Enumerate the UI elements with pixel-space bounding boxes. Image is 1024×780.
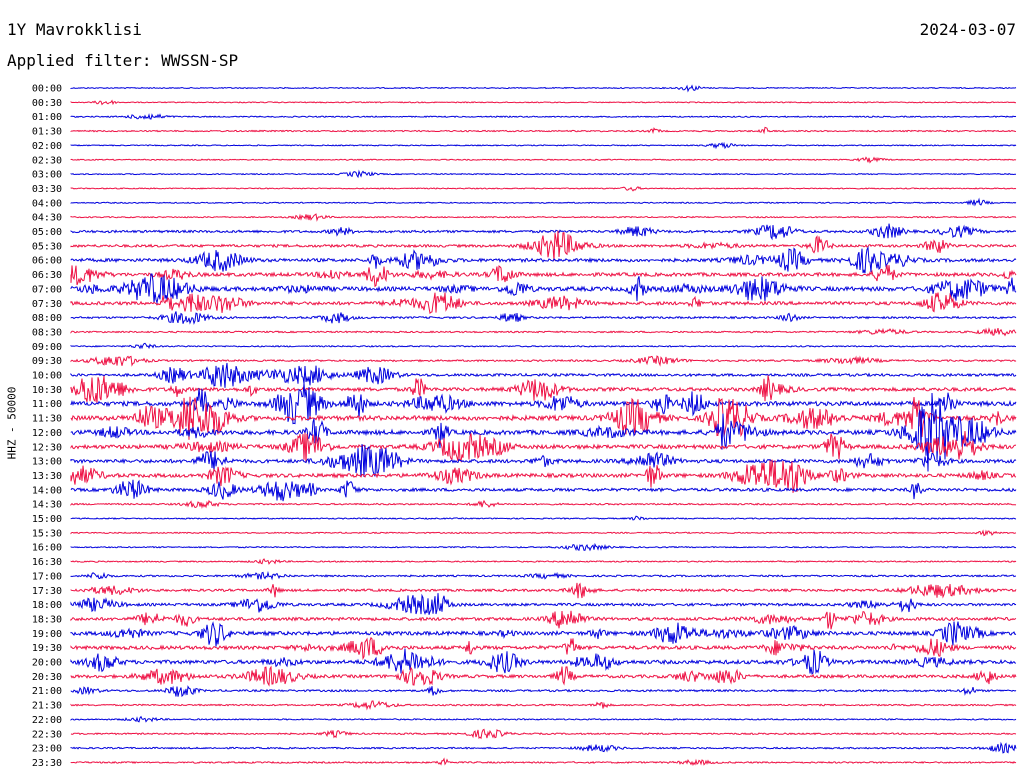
trace-row — [70, 292, 1017, 315]
row-time-label: 18:30 — [32, 614, 62, 625]
trace-row — [70, 479, 1017, 502]
trace-row — [70, 141, 1017, 150]
trace-row — [70, 648, 1017, 675]
row-time-label: 06:30 — [32, 270, 62, 281]
row-time-label: 21:30 — [32, 701, 62, 712]
row-time-label: 09:30 — [32, 356, 62, 367]
time-axis-labels: 00:00 00:30 01:00 01:30 02:00 02:30 03:00 03:30… — [32, 84, 62, 769]
row-time-label: 17:00 — [32, 571, 62, 582]
trace-row — [70, 665, 1017, 687]
row-time-label: 08:00 — [32, 313, 62, 324]
row-time-label: 05:30 — [32, 241, 62, 252]
trace-row — [70, 327, 1017, 337]
row-time-label: 04:00 — [32, 198, 62, 209]
trace-row — [70, 582, 1017, 599]
row-time-label: 14:30 — [32, 500, 62, 511]
trace-row — [70, 570, 1016, 581]
trace-row — [70, 741, 1017, 754]
row-time-label: 13:30 — [32, 471, 62, 482]
row-time-label: 13:00 — [32, 457, 62, 468]
trace-row — [70, 113, 1017, 120]
row-time-label: 07:00 — [32, 284, 62, 295]
row-time-label: 15:00 — [32, 514, 62, 525]
row-time-label: 08:30 — [32, 327, 62, 338]
row-time-label: 23:00 — [32, 744, 62, 755]
trace-row — [70, 156, 1017, 164]
row-time-label: 09:00 — [32, 342, 62, 353]
row-time-label: 01:30 — [32, 127, 62, 138]
trace-row — [70, 213, 1017, 222]
trace-row — [70, 593, 1017, 616]
trace-row — [70, 126, 1017, 135]
row-time-label: 02:30 — [32, 155, 62, 166]
trace-row — [70, 99, 1017, 106]
trace-row — [70, 499, 1017, 509]
row-time-label: 00:00 — [32, 84, 62, 95]
trace-row — [70, 197, 1017, 207]
trace-row — [70, 610, 1017, 630]
row-time-label: 19:30 — [32, 643, 62, 654]
trace-row — [70, 342, 1017, 350]
trace-row — [70, 273, 1017, 305]
row-time-label: 01:00 — [32, 112, 62, 123]
row-time-label: 11:00 — [32, 399, 62, 410]
trace-row — [70, 186, 1017, 192]
row-time-label: 20:30 — [32, 672, 62, 683]
row-time-label: 20:00 — [32, 658, 62, 669]
trace-row — [70, 515, 1017, 521]
seismic-traces — [70, 84, 1017, 767]
row-time-label: 12:30 — [32, 442, 62, 453]
row-time-label: 03:30 — [32, 184, 62, 195]
row-time-label: 10:00 — [32, 371, 62, 382]
row-time-label: 10:30 — [32, 385, 62, 396]
row-time-label: 17:30 — [32, 586, 62, 597]
row-time-label: 21:00 — [32, 686, 62, 697]
row-time-label: 00:30 — [32, 98, 62, 109]
row-time-label: 04:30 — [32, 213, 62, 224]
row-time-label: 16:30 — [32, 557, 62, 568]
row-time-label: 06:00 — [32, 256, 62, 267]
trace-row — [70, 246, 1017, 274]
row-time-label: 19:00 — [32, 629, 62, 640]
trace-row — [70, 700, 1017, 711]
trace-row — [70, 84, 1017, 93]
trace-row — [70, 529, 1017, 537]
row-time-label: 12:00 — [32, 428, 62, 439]
trace-row — [70, 542, 1017, 552]
row-time-label: 22:00 — [32, 715, 62, 726]
trace-row — [70, 169, 1017, 179]
trace-row — [70, 715, 1017, 723]
row-time-label: 14:00 — [32, 485, 62, 496]
trace-row — [70, 728, 1017, 740]
helicorder-plot: 00:00 00:30 01:00 01:30 02:00 02:30 03:00 03:30… — [32, 84, 1017, 769]
trace-row — [70, 311, 1017, 325]
trace-row — [70, 621, 1017, 647]
row-time-label: 07:30 — [32, 299, 62, 310]
row-time-label: 22:30 — [32, 729, 62, 740]
row-time-label: 15:30 — [32, 528, 62, 539]
trace-row — [70, 636, 1017, 661]
row-time-label: 23:30 — [32, 758, 62, 769]
trace-row — [70, 558, 1017, 565]
row-time-label: 11:30 — [32, 414, 62, 425]
trace-row — [70, 757, 1017, 767]
row-time-label: 03:00 — [32, 170, 62, 181]
row-time-label: 18:00 — [32, 600, 62, 611]
row-time-label: 02:00 — [32, 141, 62, 152]
row-time-label: 05:00 — [32, 227, 62, 238]
trace-row — [70, 444, 1017, 478]
trace-row — [70, 355, 1017, 367]
trace-row — [70, 685, 1017, 698]
row-time-label: 16:00 — [32, 543, 62, 554]
